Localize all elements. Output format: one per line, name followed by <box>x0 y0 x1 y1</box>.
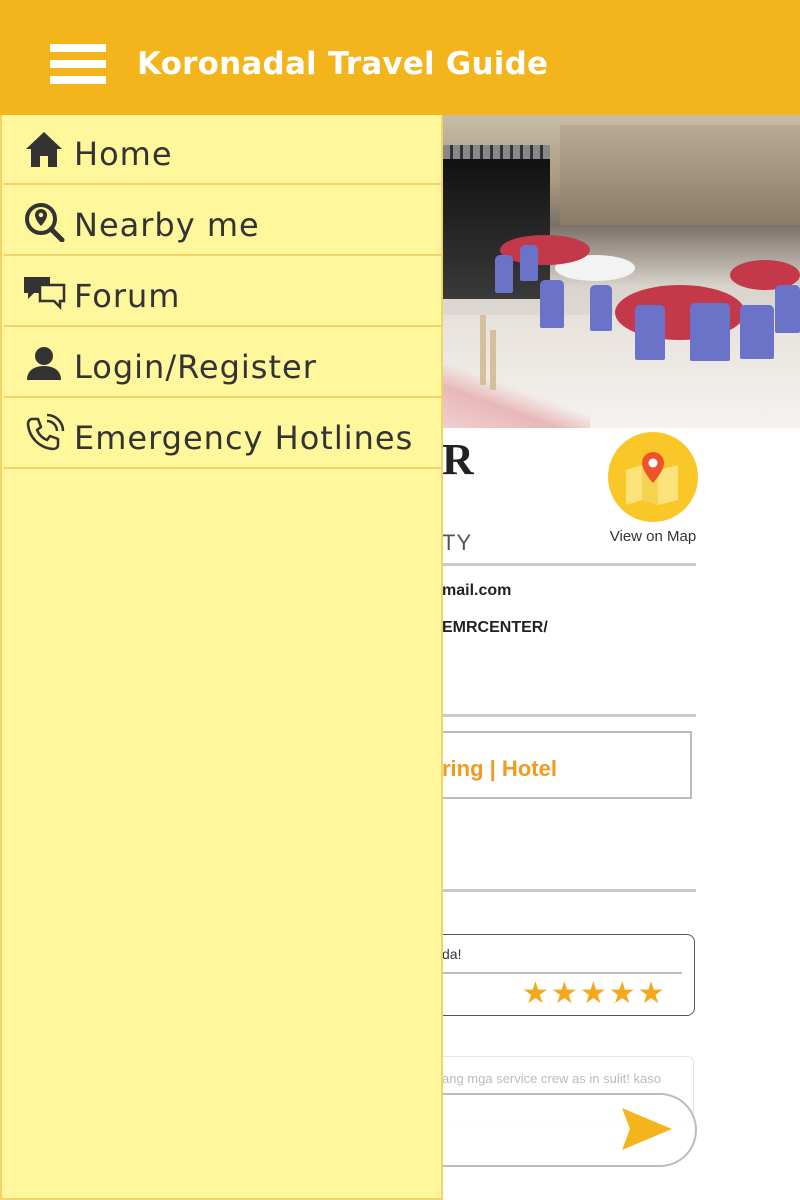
drawer-item-label: Forum <box>74 277 181 315</box>
star-icon: ★ <box>550 977 580 1010</box>
chat-bubbles-icon <box>24 277 66 311</box>
comment-preview-text: ang mga service crew as in sulit! kaso <box>442 1071 661 1086</box>
star-icon: ★ <box>608 977 638 1010</box>
map-pin-icon <box>626 452 678 505</box>
place-category: ring | Hotel <box>442 756 557 781</box>
send-button[interactable] <box>620 1106 674 1152</box>
star-icon: ★ <box>522 977 551 1010</box>
place-facebook-link[interactable]: EMRCENTER/ <box>442 619 548 637</box>
phone-call-icon <box>26 413 65 451</box>
divider <box>442 563 696 566</box>
star-rating: ★★★★★ <box>522 976 667 1011</box>
location-search-icon <box>25 203 65 242</box>
send-arrow-icon <box>622 1108 672 1150</box>
review-text: da! <box>442 946 462 962</box>
drawer-item-forum[interactable]: Forum <box>4 257 443 327</box>
divider <box>442 714 696 717</box>
drawer-item-login-register[interactable]: Login/Register <box>4 328 443 398</box>
app-title: Koronadal Travel Guide <box>137 46 549 82</box>
place-name: R <box>442 435 474 484</box>
hamburger-menu-icon-bar <box>50 76 106 84</box>
hamburger-menu-icon <box>50 44 106 52</box>
place-photo <box>440 115 800 428</box>
drawer-item-home[interactable]: Home <box>4 115 443 185</box>
drawer-item-emergency-hotlines[interactable]: Emergency Hotlines <box>4 399 443 469</box>
star-icon: ★ <box>637 977 667 1010</box>
navigation-drawer: Home Nearby me Forum Login/Register Emer… <box>0 115 443 1200</box>
place-type: TY <box>442 530 473 555</box>
app-header: Koronadal Travel Guide <box>0 0 800 115</box>
divider <box>442 889 696 892</box>
view-on-map-label: View on Map <box>609 528 697 545</box>
drawer-item-label: Emergency Hotlines <box>74 419 414 457</box>
menu-button[interactable] <box>44 40 110 92</box>
view-on-map-button[interactable] <box>608 432 698 522</box>
place-email[interactable]: mail.com <box>442 582 511 600</box>
hamburger-menu-icon-bar <box>50 60 106 68</box>
drawer-item-nearby-me[interactable]: Nearby me <box>4 186 443 256</box>
home-icon <box>26 132 62 167</box>
drawer-item-label: Home <box>74 135 173 173</box>
drawer-item-label: Nearby me <box>74 206 260 244</box>
review-separator <box>442 972 682 974</box>
star-icon: ★ <box>579 977 609 1010</box>
user-icon <box>27 347 61 380</box>
drawer-item-label: Login/Register <box>74 348 317 386</box>
